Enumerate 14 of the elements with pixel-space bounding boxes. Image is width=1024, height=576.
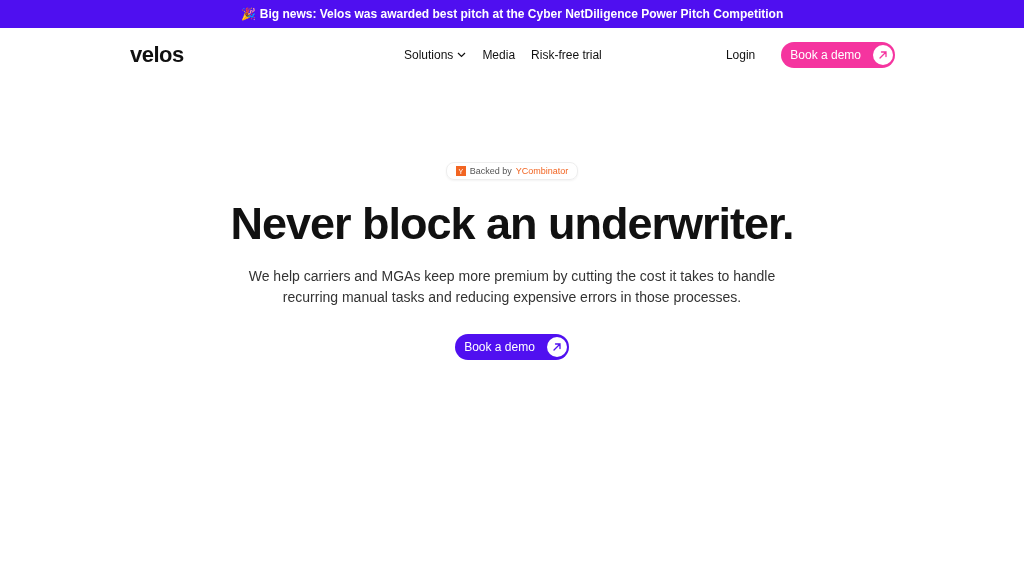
party-emoji: 🎉 [240, 7, 256, 21]
nav-link[interactable]: Media [482, 48, 516, 62]
nav-link[interactable]: Risk-free trial [531, 48, 602, 62]
announcement-text[interactable]: Big news: Velos was awarded best pitch at the Cyber NetDiligence Power Pitch Competition [259, 7, 784, 21]
hero-subtitle: We help carriers and MGAs keep more premium by cutting the cost it takes to handle recurring manual tasks and reducing expensive errors in those processes. [247, 267, 777, 307]
badge-brand: YCombinator [515, 166, 569, 176]
hero-title: Never block an underwriter. [230, 198, 794, 250]
badge-text: Backed by [469, 166, 512, 176]
book-demo-button[interactable]: Book a demo [781, 42, 895, 68]
chevron-down-icon [457, 52, 467, 58]
logo[interactable]: velos [130, 42, 184, 67]
login-link[interactable]: Login [725, 48, 756, 62]
book-demo-button[interactable]: Book a demo [455, 334, 569, 360]
nav-link[interactable]: Solutions [404, 48, 467, 62]
